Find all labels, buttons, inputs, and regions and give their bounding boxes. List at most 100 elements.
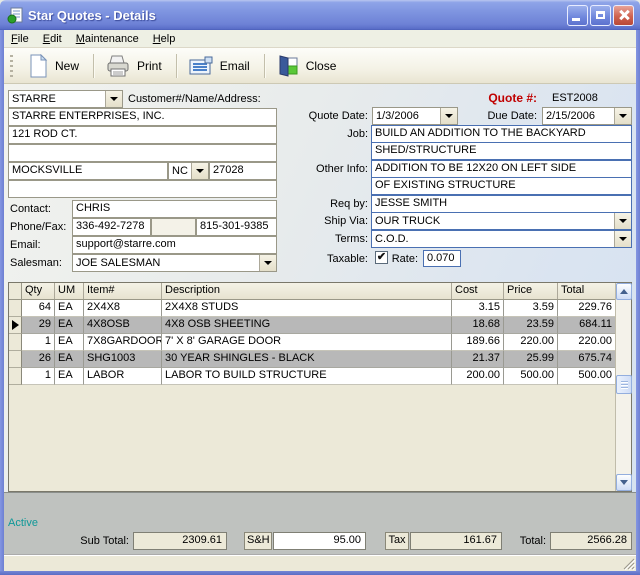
col-header-cost[interactable]: Cost	[452, 283, 504, 299]
cell-um[interactable]: EA	[55, 334, 84, 351]
scroll-down-button[interactable]	[616, 474, 632, 491]
cell-description[interactable]: 4X8 OSB SHEETING	[162, 317, 452, 334]
phone-ext-field[interactable]	[151, 218, 196, 236]
cell-cost[interactable]: 189.66	[452, 334, 504, 351]
print-button[interactable]: Print	[99, 51, 172, 81]
minimize-button[interactable]	[567, 5, 588, 26]
col-header-um[interactable]: UM	[55, 283, 84, 299]
cell-cost[interactable]: 200.00	[452, 368, 504, 385]
chevron-down-icon	[619, 219, 627, 223]
due-date-combo[interactable]: 2/15/2006	[542, 107, 632, 125]
row-selector[interactable]	[9, 300, 22, 317]
ship-via-dropdown-button[interactable]	[614, 213, 631, 229]
scroll-up-button[interactable]	[616, 283, 632, 300]
table-row[interactable]: 64EA2X4X82X4X8 STUDS3.153.59229.76	[9, 300, 615, 317]
table-row[interactable]: 1EALABORLABOR TO BUILD STRUCTURE200.0050…	[9, 368, 615, 385]
table-row[interactable]: 1EA7X8GARDOOR7' X 8' GARAGE DOOR189.6622…	[9, 334, 615, 351]
cell-um[interactable]: EA	[55, 368, 84, 385]
maximize-button[interactable]	[590, 5, 611, 26]
other-info-line1-field[interactable]: ADDITION TO BE 12X20 ON LEFT SIDE	[371, 160, 632, 178]
col-header-total[interactable]: Total	[558, 283, 615, 299]
cell-total[interactable]: 675.74	[558, 351, 615, 368]
sh-field[interactable]: 95.00	[273, 532, 366, 550]
table-row[interactable]: 26EASHG100330 YEAR SHINGLES - BLACK21.37…	[9, 351, 615, 368]
new-button[interactable]: New	[21, 51, 89, 81]
menu-help[interactable]: Help	[146, 31, 183, 47]
scrollbar-thumb[interactable]	[616, 375, 632, 394]
cell-description[interactable]: 2X4X8 STUDS	[162, 300, 452, 317]
rate-field[interactable]: 0.070	[423, 250, 461, 267]
cell-price[interactable]: 220.00	[504, 334, 558, 351]
cell-description[interactable]: LABOR TO BUILD STRUCTURE	[162, 368, 452, 385]
close-button[interactable]: Close	[270, 51, 347, 81]
state-dropdown-button[interactable]	[191, 163, 208, 179]
customer-name-field[interactable]: STARRE ENTERPRISES, INC.	[8, 108, 277, 126]
cell-um[interactable]: EA	[55, 351, 84, 368]
cell-cost[interactable]: 21.37	[452, 351, 504, 368]
ship-via-combo[interactable]: OUR TRUCK	[371, 212, 632, 230]
city-field[interactable]: MOCKSVILLE	[8, 162, 168, 180]
customer-code-combo[interactable]: STARRE	[8, 90, 123, 108]
cell-qty[interactable]: 29	[22, 317, 55, 334]
table-row[interactable]: 29EA4X8OSB4X8 OSB SHEETING18.6823.59684.…	[9, 317, 615, 334]
cell-total[interactable]: 500.00	[558, 368, 615, 385]
quote-number-label: Quote #:	[424, 91, 537, 105]
col-header-item[interactable]: Item#	[84, 283, 162, 299]
cell-price[interactable]: 25.99	[504, 351, 558, 368]
cell-qty[interactable]: 26	[22, 351, 55, 368]
cell-item[interactable]: 4X8OSB	[84, 317, 162, 334]
toolbar-separator	[93, 54, 95, 78]
address2-field[interactable]	[8, 144, 277, 162]
state-combo[interactable]: NC	[168, 162, 209, 180]
cell-item[interactable]: 7X8GARDOOR	[84, 334, 162, 351]
col-header-description[interactable]: Description	[162, 283, 452, 299]
email-button[interactable]: Email	[182, 52, 260, 80]
close-window-button[interactable]	[613, 5, 634, 26]
cell-cost[interactable]: 3.15	[452, 300, 504, 317]
cell-description[interactable]: 30 YEAR SHINGLES - BLACK	[162, 351, 452, 368]
req-by-field[interactable]: JESSE SMITH	[371, 195, 632, 213]
items-grid: Qty UM Item# Description Cost Price Tota…	[8, 282, 632, 492]
row-selector[interactable]	[9, 334, 22, 351]
cell-item[interactable]: SHG1003	[84, 351, 162, 368]
other-info-line2-field[interactable]: OF EXISTING STRUCTURE	[371, 177, 632, 195]
cell-qty[interactable]: 1	[22, 368, 55, 385]
cell-price[interactable]: 500.00	[504, 368, 558, 385]
row-selector[interactable]	[9, 368, 22, 385]
cell-qty[interactable]: 1	[22, 334, 55, 351]
address3-field[interactable]	[8, 180, 277, 198]
cell-item[interactable]: LABOR	[84, 368, 162, 385]
grid-header-selector-stub	[9, 283, 22, 299]
address1-field[interactable]: 121 ROD CT.	[8, 126, 277, 144]
cell-price[interactable]: 23.59	[504, 317, 558, 334]
menu-maintenance[interactable]: Maintenance	[69, 31, 146, 47]
terms-combo[interactable]: C.O.D.	[371, 230, 632, 248]
cell-description[interactable]: 7' X 8' GARAGE DOOR	[162, 334, 452, 351]
phone-field[interactable]: 336-492-7278	[72, 218, 151, 236]
row-selector[interactable]	[9, 317, 22, 334]
due-date-dropdown-button[interactable]	[614, 108, 631, 124]
col-header-qty[interactable]: Qty	[22, 283, 55, 299]
cell-qty[interactable]: 64	[22, 300, 55, 317]
vertical-scrollbar[interactable]	[615, 283, 631, 491]
job-line1-field[interactable]: BUILD AN ADDITION TO THE BACKYARD	[371, 125, 632, 143]
job-line2-field[interactable]: SHED/STRUCTURE	[371, 142, 632, 160]
cell-item[interactable]: 2X4X8	[84, 300, 162, 317]
cell-cost[interactable]: 18.68	[452, 317, 504, 334]
cell-um[interactable]: EA	[55, 300, 84, 317]
cell-total[interactable]: 684.11	[558, 317, 615, 334]
status-badge: Active	[8, 517, 38, 529]
grid-header-row: Qty UM Item# Description Cost Price Tota…	[9, 283, 615, 300]
cell-total[interactable]: 229.76	[558, 300, 615, 317]
menu-edit[interactable]: Edit	[36, 31, 69, 47]
cell-total[interactable]: 220.00	[558, 334, 615, 351]
col-header-price[interactable]: Price	[504, 283, 558, 299]
customer-code-dropdown-button[interactable]	[105, 91, 122, 107]
row-selector[interactable]	[9, 351, 22, 368]
resize-grip-icon[interactable]	[622, 557, 635, 570]
cell-um[interactable]: EA	[55, 317, 84, 334]
toolbar-grip[interactable]	[10, 55, 13, 77]
cell-price[interactable]: 3.59	[504, 300, 558, 317]
terms-dropdown-button[interactable]	[614, 231, 631, 247]
menu-file[interactable]: File	[4, 31, 36, 47]
